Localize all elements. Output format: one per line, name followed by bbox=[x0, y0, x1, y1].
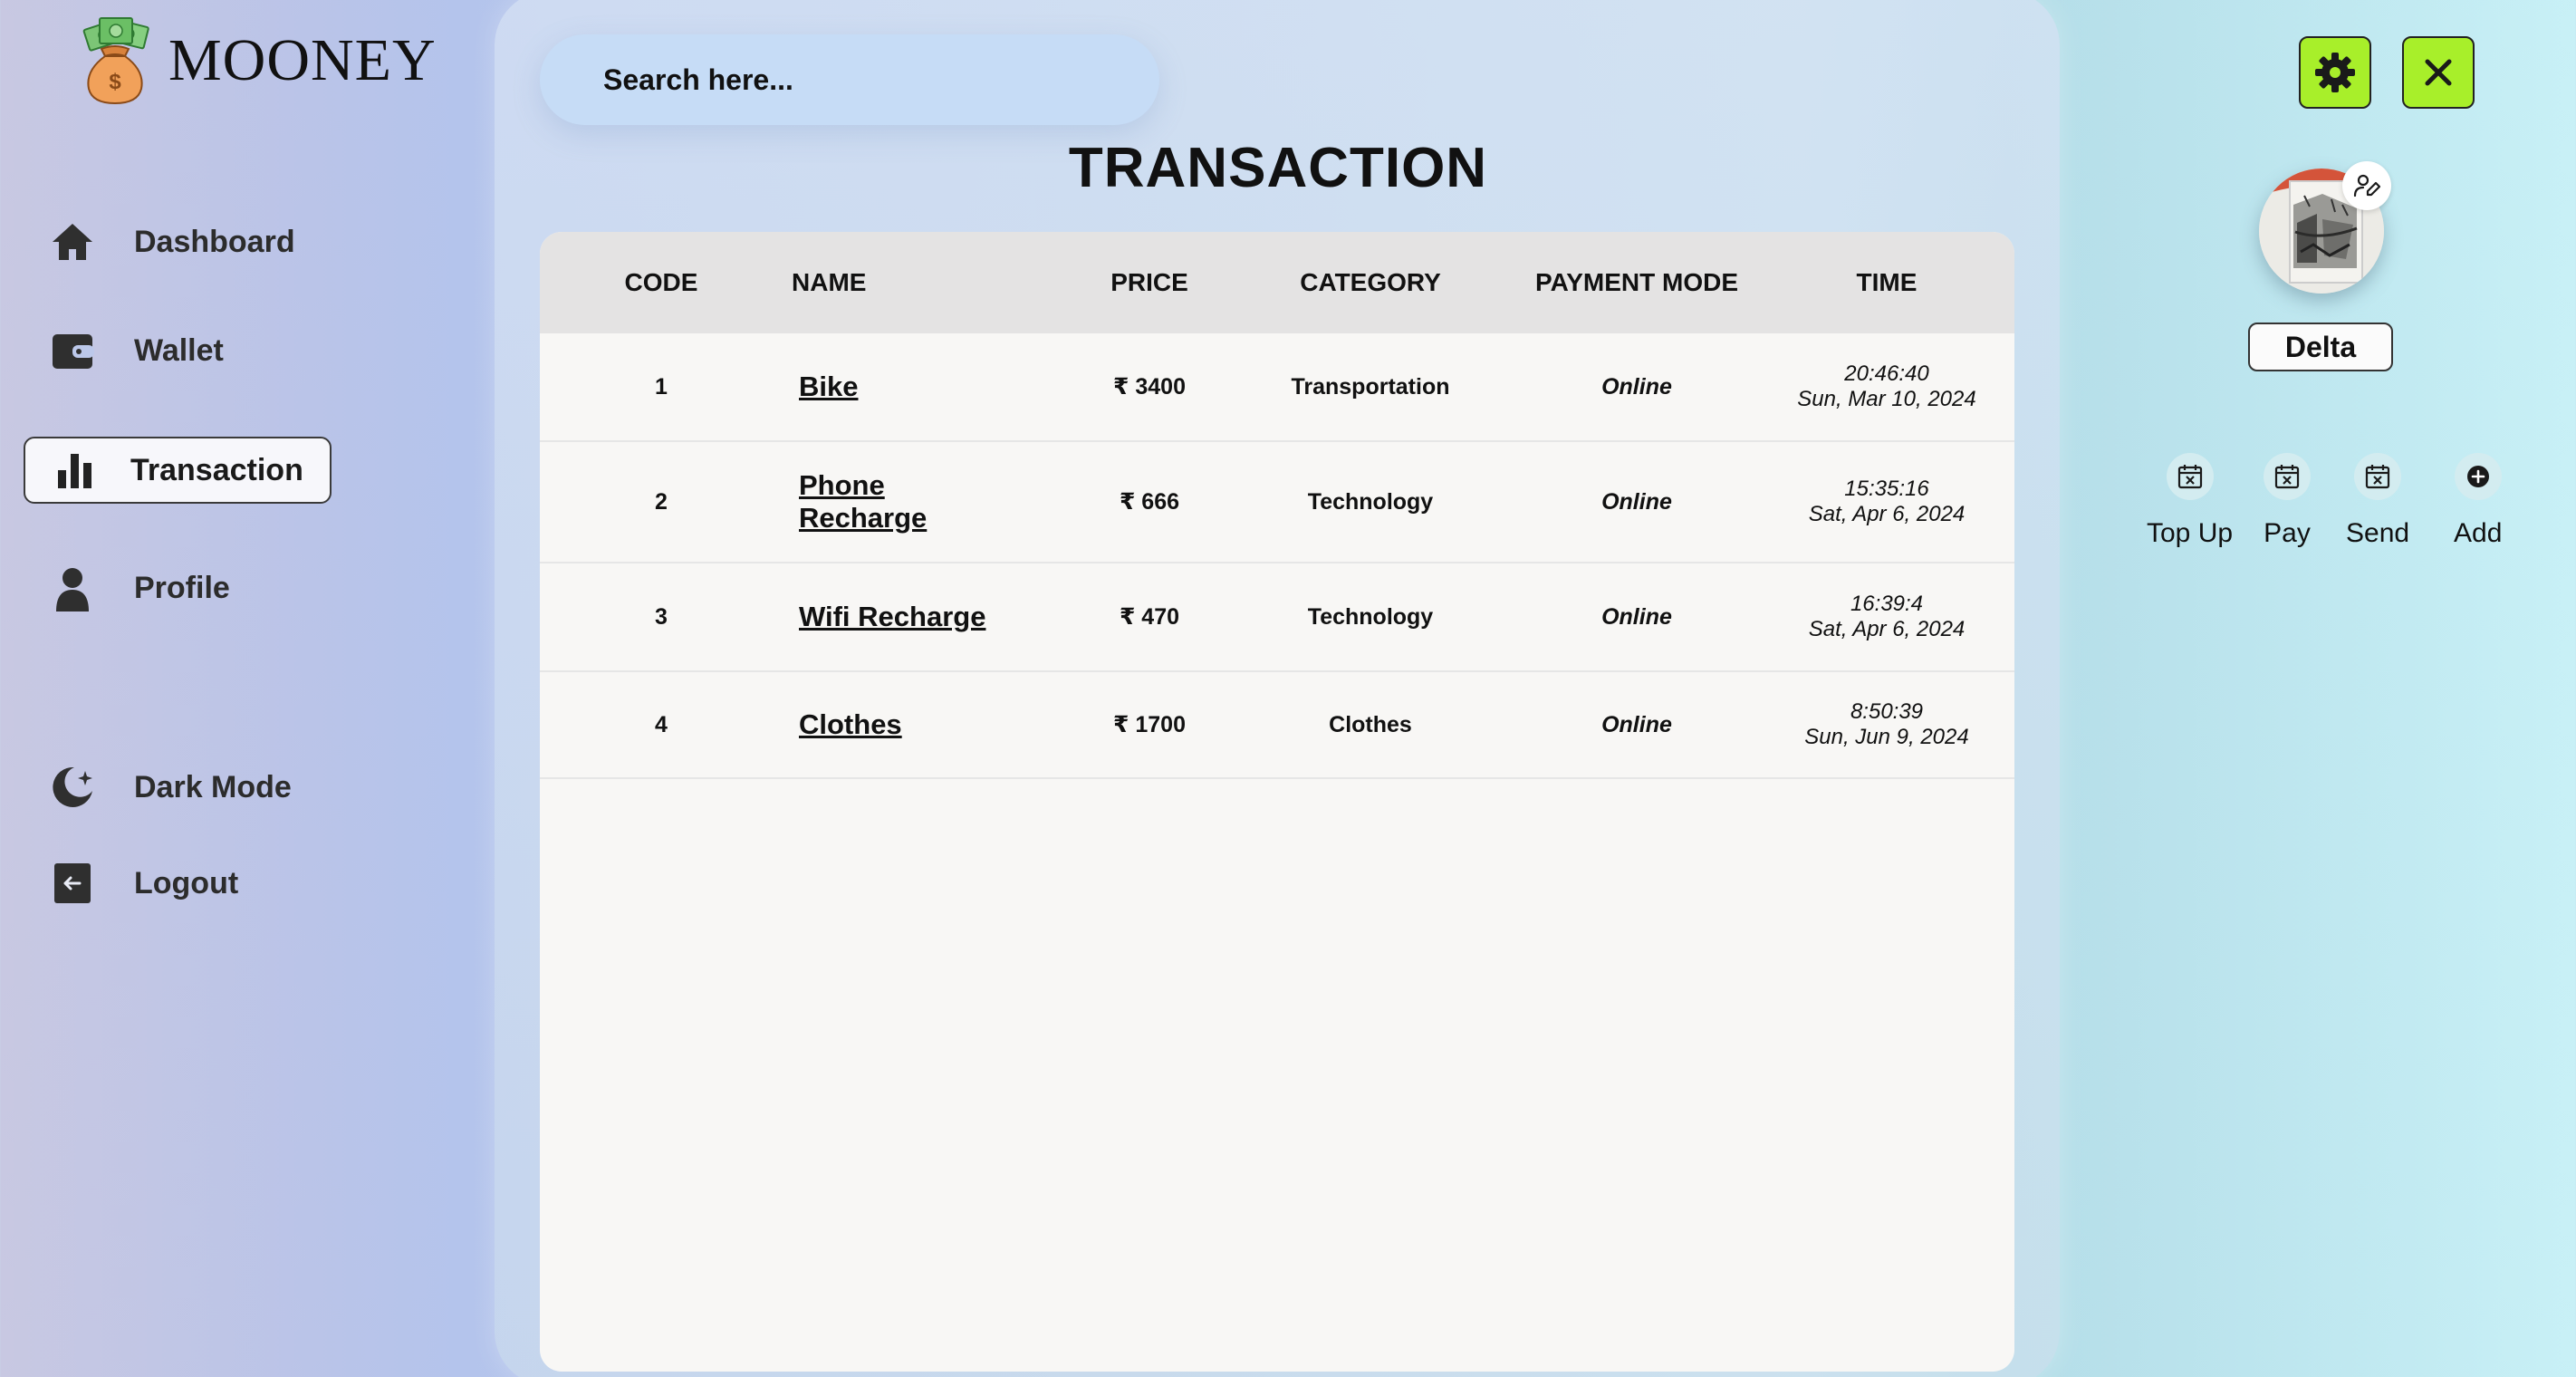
table-header-row: CODE NAME PRICE CATEGORY PAYMENT MODE TI… bbox=[540, 232, 2014, 333]
calendar-x-icon bbox=[2166, 453, 2214, 500]
sidebar-item-dashboard[interactable]: Dashboard bbox=[24, 208, 321, 275]
sidebar-item-profile[interactable]: Profile bbox=[24, 554, 255, 621]
cell-price: ₹ 470 bbox=[1072, 563, 1226, 672]
dark-mode-label: Dark Mode bbox=[134, 769, 292, 804]
quick-action-pay[interactable]: Pay bbox=[2264, 453, 2311, 549]
brand[interactable]: $ MOONEY bbox=[80, 16, 437, 105]
column-header-time: TIME bbox=[1759, 232, 2014, 333]
cell-category: Clothes bbox=[1226, 671, 1514, 779]
quick-action-send[interactable]: Send bbox=[2346, 453, 2409, 549]
table-row[interactable]: 1 Bike ₹ 3400 Transportation Online 20:4… bbox=[540, 333, 2014, 442]
cell-time-clock: 20:46:40 bbox=[1844, 361, 1929, 386]
cell-payment-mode: Online bbox=[1514, 563, 1759, 672]
cell-code: 2 bbox=[540, 441, 783, 563]
transaction-name-link[interactable]: Bike bbox=[799, 371, 858, 403]
column-header-price: PRICE bbox=[1072, 232, 1226, 333]
logout-label: Logout bbox=[134, 865, 239, 900]
logout-icon bbox=[49, 860, 96, 907]
wallet-icon bbox=[49, 327, 96, 374]
quick-action-label: Add bbox=[2454, 518, 2503, 548]
calendar-x-icon bbox=[2354, 453, 2402, 500]
quick-action-add[interactable]: Add bbox=[2454, 453, 2502, 549]
moon-icon bbox=[49, 764, 96, 811]
cell-category: Transportation bbox=[1226, 333, 1514, 442]
transaction-table: CODE NAME PRICE CATEGORY PAYMENT MODE TI… bbox=[540, 232, 2014, 779]
money-bag-logo-icon: $ bbox=[82, 17, 149, 105]
cell-time-date: Sat, Apr 6, 2024 bbox=[1808, 502, 1966, 526]
home-icon bbox=[49, 218, 96, 265]
quick-action-label: Pay bbox=[2264, 518, 2311, 548]
cell-time-date: Sat, Apr 6, 2024 bbox=[1808, 617, 1966, 641]
table-row[interactable]: 2 Phone Recharge ₹ 666 Technology Online… bbox=[540, 441, 2014, 563]
transaction-name-link[interactable]: Phone Recharge bbox=[799, 469, 989, 534]
cell-code: 3 bbox=[540, 563, 783, 672]
transaction-name-link[interactable]: Clothes bbox=[799, 708, 902, 741]
cell-name: Bike bbox=[783, 333, 1072, 442]
cell-payment-mode: Online bbox=[1514, 333, 1759, 442]
sidebar-item-transaction[interactable]: Transaction bbox=[24, 437, 332, 504]
cell-code: 4 bbox=[540, 671, 783, 779]
svg-text:$: $ bbox=[109, 70, 121, 94]
quick-action-label: Top Up bbox=[2147, 518, 2234, 548]
sidebar-item-label: Profile bbox=[134, 570, 230, 605]
cell-payment-mode: Online bbox=[1514, 441, 1759, 563]
cell-time: 15:35:16 Sat, Apr 6, 2024 bbox=[1759, 441, 2014, 563]
column-header-code: CODE bbox=[540, 232, 783, 333]
transaction-name-link[interactable]: Wifi Recharge bbox=[799, 601, 985, 633]
cell-time: 20:46:40 Sun, Mar 10, 2024 bbox=[1759, 333, 2014, 442]
bar-chart-icon bbox=[51, 447, 98, 494]
cell-category: Technology bbox=[1226, 563, 1514, 672]
sidebar-item-label: Dashboard bbox=[134, 224, 295, 259]
cell-price: ₹ 666 bbox=[1072, 441, 1226, 563]
cell-time: 16:39:4 Sat, Apr 6, 2024 bbox=[1759, 563, 2014, 672]
cell-name: Wifi Recharge bbox=[783, 563, 1072, 672]
column-header-payment-mode: PAYMENT MODE bbox=[1514, 232, 1759, 333]
user-icon bbox=[49, 564, 96, 611]
close-icon bbox=[2425, 59, 2452, 86]
page-title: TRANSACTION bbox=[1068, 137, 1488, 199]
cell-code: 1 bbox=[540, 333, 783, 442]
settings-button[interactable] bbox=[2299, 36, 2371, 109]
search-input[interactable] bbox=[540, 34, 1159, 125]
edit-profile-button[interactable] bbox=[2342, 161, 2391, 210]
quick-action-label: Send bbox=[2346, 518, 2410, 548]
dark-mode-toggle[interactable]: Dark Mode bbox=[24, 754, 317, 821]
calendar-x-icon bbox=[2264, 453, 2311, 500]
logout-button[interactable]: Logout bbox=[24, 850, 264, 917]
cell-price: ₹ 1700 bbox=[1072, 671, 1226, 779]
cell-time-clock: 15:35:16 bbox=[1844, 477, 1929, 501]
cell-payment-mode: Online bbox=[1514, 671, 1759, 779]
close-button[interactable] bbox=[2402, 36, 2475, 109]
column-header-category: CATEGORY bbox=[1226, 232, 1514, 333]
cell-name: Phone Recharge bbox=[783, 441, 1072, 563]
cell-category: Technology bbox=[1226, 441, 1514, 563]
gear-icon bbox=[2315, 53, 2355, 92]
cell-time-clock: 8:50:39 bbox=[1850, 699, 1924, 724]
table-row[interactable]: 3 Wifi Recharge ₹ 470 Technology Online … bbox=[540, 563, 2014, 672]
column-header-name: NAME bbox=[783, 232, 1072, 333]
plus-circle-icon bbox=[2454, 453, 2502, 500]
cell-time-date: Sun, Mar 10, 2024 bbox=[1797, 387, 1976, 411]
sidebar-item-label: Wallet bbox=[134, 332, 224, 368]
transaction-table-card: CODE NAME PRICE CATEGORY PAYMENT MODE TI… bbox=[540, 232, 2014, 1372]
sidebar-item-wallet[interactable]: Wallet bbox=[24, 317, 249, 384]
table-row[interactable]: 4 Clothes ₹ 1700 Clothes Online 8:50:39 S… bbox=[540, 671, 2014, 779]
cell-price: ₹ 3400 bbox=[1072, 333, 1226, 442]
quick-action-top-up[interactable]: Top Up bbox=[2147, 453, 2233, 549]
cell-time-clock: 16:39:4 bbox=[1850, 592, 1924, 616]
username-badge: Delta bbox=[2248, 323, 2393, 371]
user-edit-icon bbox=[2353, 174, 2380, 197]
sidebar-item-label: Transaction bbox=[130, 452, 303, 487]
cell-time: 8:50:39 Sun, Jun 9, 2024 bbox=[1759, 671, 2014, 779]
brand-name: MOONEY bbox=[168, 27, 437, 93]
cell-name: Clothes bbox=[783, 671, 1072, 779]
cell-time-date: Sun, Jun 9, 2024 bbox=[1804, 725, 1969, 749]
